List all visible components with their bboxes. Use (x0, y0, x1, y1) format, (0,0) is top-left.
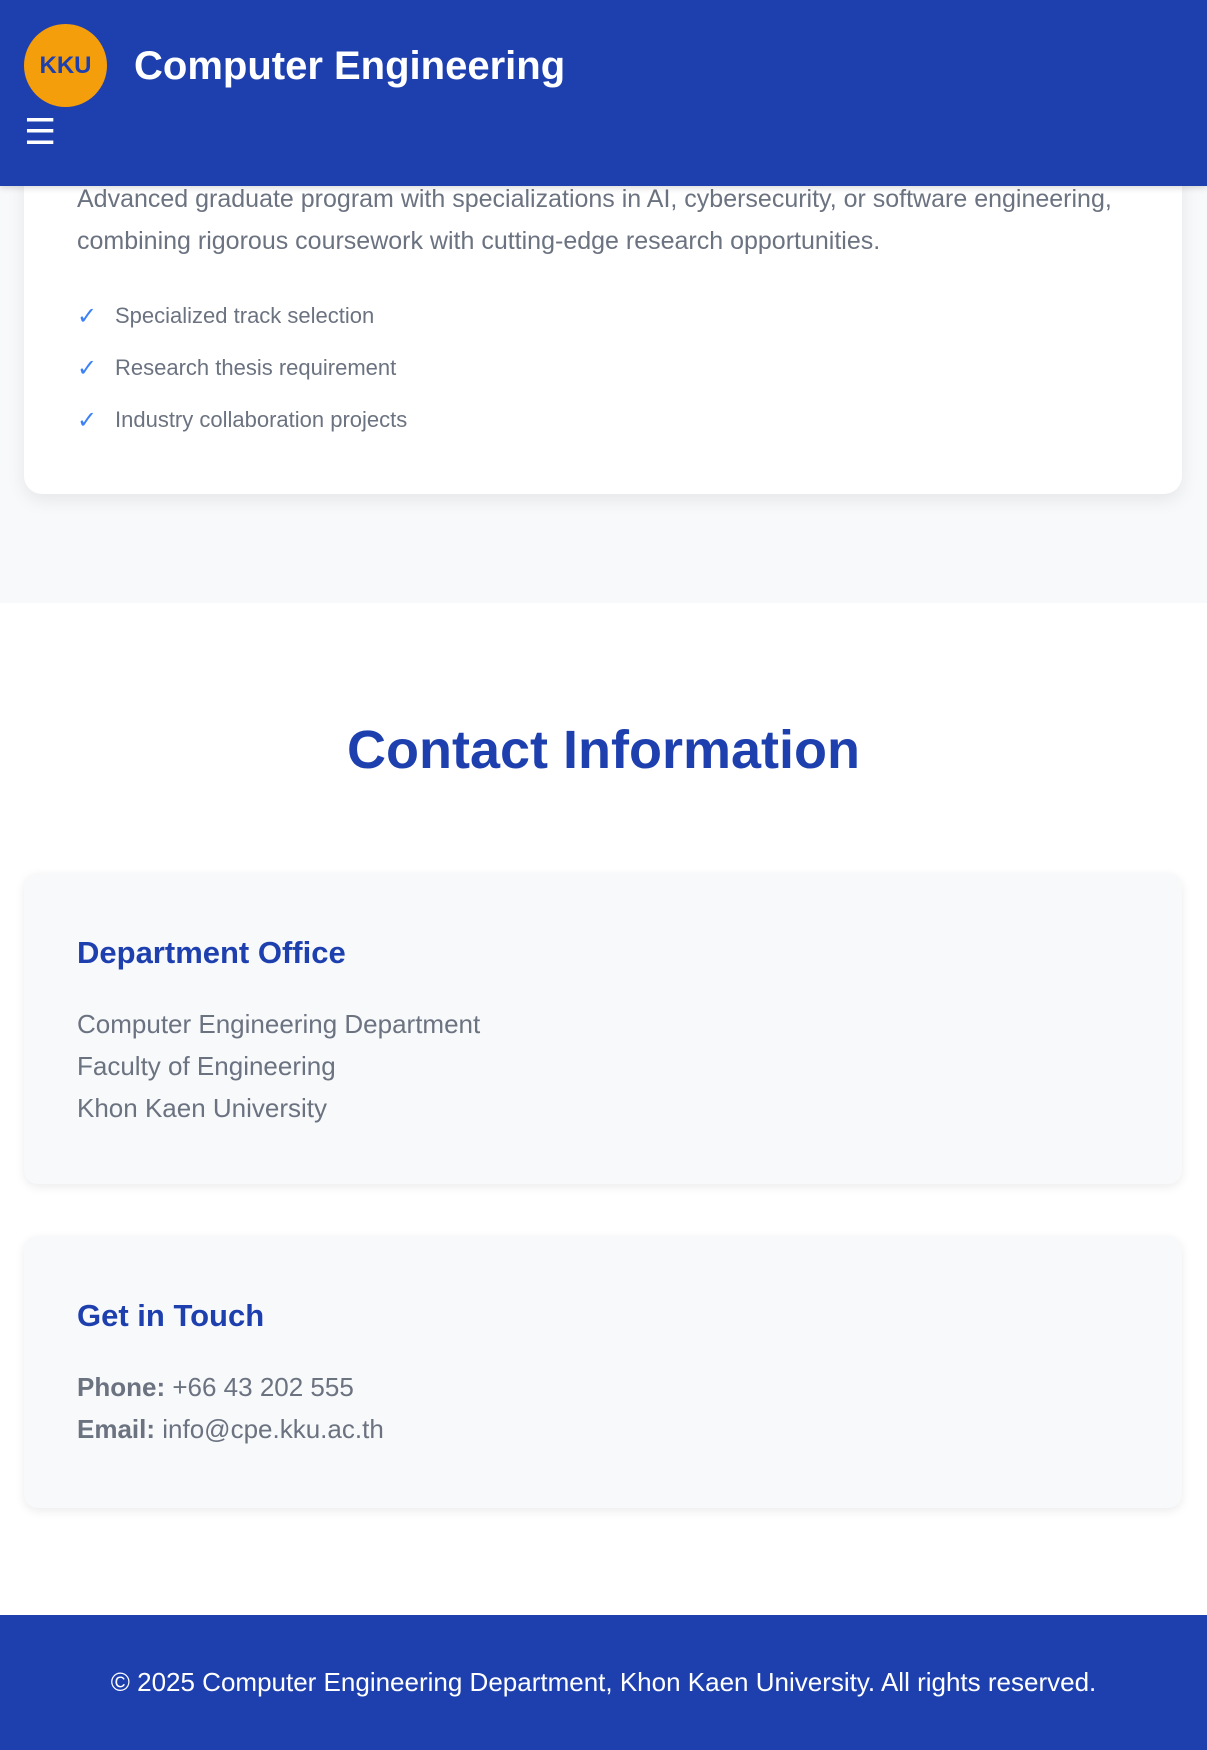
feature-label: Industry collaboration projects (115, 407, 408, 432)
phone-row: Phone: +66 43 202 555 (77, 1366, 384, 1408)
address-line: Faculty of Engineering (77, 1051, 336, 1081)
site-footer: © 2025 Computer Engineering Department, … (0, 1615, 1207, 1750)
site-header: KKU Computer Engineering ☰ (0, 0, 1207, 186)
program-description: Advanced graduate program with specializ… (77, 185, 1112, 255)
copyright-text: © 2025 Computer Engineering Department, … (110, 1667, 1097, 1697)
site-title[interactable]: Computer Engineering (134, 40, 565, 92)
address-line: Khon Kaen University (77, 1093, 328, 1123)
check-icon: ✓ (77, 302, 98, 330)
list-item: ✓ Industry collaboration projects (77, 394, 407, 446)
get-in-touch-heading: Get in Touch (77, 1298, 265, 1333)
department-office-card: Department Office Computer Engineering D… (24, 873, 1182, 1184)
email-row: Email: info@cpe.kku.ac.th (77, 1408, 384, 1450)
phone-value[interactable]: +66 43 202 555 (172, 1372, 353, 1402)
feature-list: ✓ Specialized track selection ✓ Research… (77, 290, 407, 446)
list-item: ✓ Research thesis requirement (77, 342, 407, 394)
feature-label: Research thesis requirement (115, 355, 397, 380)
kku-logo[interactable]: KKU (24, 24, 107, 107)
list-item: ✓ Specialized track selection (77, 290, 407, 342)
office-address: Computer Engineering Department Faculty … (77, 1003, 480, 1129)
contact-title: Contact Information (347, 720, 860, 780)
address-line: Computer Engineering Department (77, 1009, 481, 1039)
feature-label: Specialized track selection (115, 303, 375, 328)
hamburger-menu-icon[interactable]: ☰ (24, 114, 60, 150)
email-label: Email: (77, 1414, 156, 1444)
check-icon: ✓ (77, 354, 98, 382)
contact-details: Phone: +66 43 202 555 Email: info@cpe.kk… (77, 1366, 384, 1450)
phone-label: Phone: (77, 1372, 166, 1402)
department-office-heading: Department Office (77, 935, 346, 970)
check-icon: ✓ (77, 406, 98, 434)
get-in-touch-card: Get in Touch Phone: +66 43 202 555 Email… (24, 1236, 1182, 1508)
email-value[interactable]: info@cpe.kku.ac.th (162, 1414, 384, 1444)
